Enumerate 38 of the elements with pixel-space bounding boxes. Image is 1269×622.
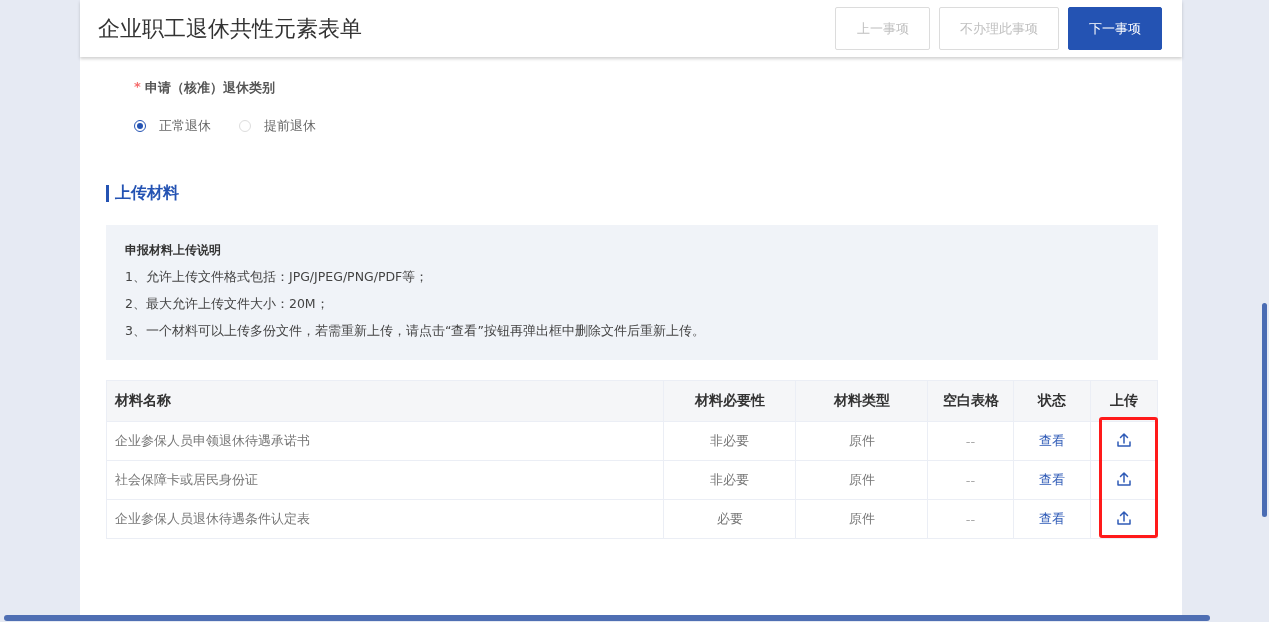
radio-label[interactable]: 提前退休	[264, 117, 316, 135]
upload-icon[interactable]	[1116, 470, 1132, 487]
table-cell: 企业参保人员退休待遇条件认定表	[106, 499, 664, 539]
table-cell: 非必要	[663, 421, 796, 461]
column-header: 材料必要性	[663, 380, 796, 422]
upload-icon[interactable]	[1116, 509, 1132, 526]
required-mark: *	[134, 79, 141, 96]
table-cell: 原件	[795, 460, 928, 500]
table-cell: 企业参保人员申领退休待遇承诺书	[106, 421, 664, 461]
column-header: 状态	[1013, 380, 1091, 422]
radio-label[interactable]: 正常退休	[159, 117, 211, 135]
section-title: 上传材料	[115, 183, 179, 204]
section-marker	[106, 185, 109, 202]
table-cell: 原件	[795, 499, 928, 539]
table-cell: --	[927, 499, 1014, 539]
view-link[interactable]: 查看	[1039, 472, 1065, 487]
table-cell: 社会保障卡或居民身份证	[106, 460, 664, 500]
view-link[interactable]: 查看	[1039, 511, 1065, 526]
next-button[interactable]: 下一事项	[1068, 7, 1162, 50]
field-label: 申请（核准）退休类别	[144, 79, 275, 97]
page-title: 企业职工退休共性元素表单	[98, 14, 362, 43]
upload-icon[interactable]	[1116, 431, 1132, 448]
table-cell: 非必要	[663, 460, 796, 500]
table-cell: 原件	[795, 421, 928, 461]
column-header: 材料类型	[795, 380, 928, 422]
scrollbar-thumb[interactable]	[4, 615, 1210, 621]
notice-line: 1、允许上传文件格式包括：JPG/JPEG/PNG/PDF等；	[125, 268, 430, 286]
notice-line: 3、一个材料可以上传多份文件，若需重新上传，请点击“查看”按钮再弹出框中删除文件后重新上传。	[125, 322, 706, 340]
table-cell: 必要	[663, 499, 796, 539]
column-header: 材料名称	[106, 380, 664, 422]
notice-title: 申报材料上传说明	[125, 242, 222, 259]
view-link[interactable]: 查看	[1039, 433, 1065, 448]
scrollbar-thumb[interactable]	[1262, 303, 1267, 517]
notice-line: 2、最大允许上传文件大小：20M；	[125, 295, 330, 313]
table-cell: --	[927, 460, 1014, 500]
column-header: 上传	[1090, 380, 1158, 422]
table-cell: --	[927, 421, 1014, 461]
column-header: 空白表格	[927, 380, 1014, 422]
